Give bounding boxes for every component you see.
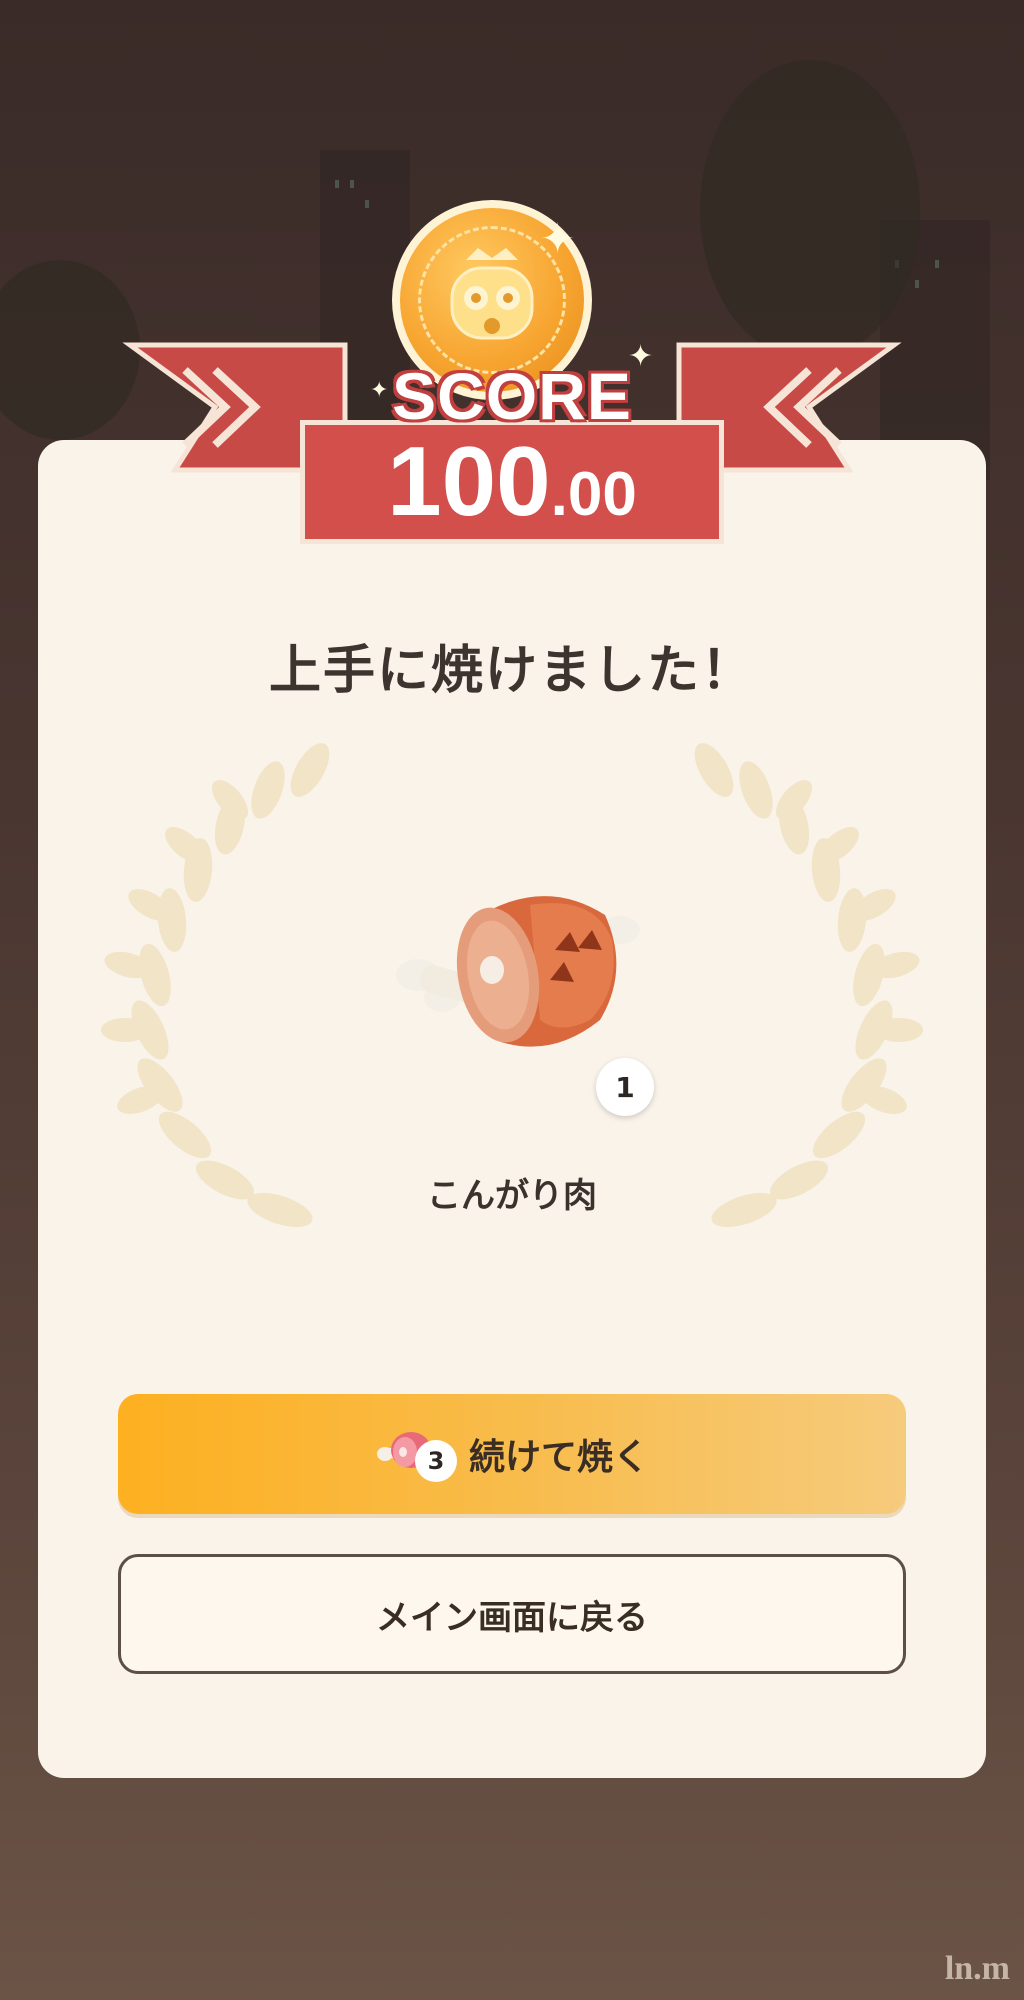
score-banner: ✦ ✦ ✦ SCORE 100.00	[0, 0, 1024, 560]
item-count-badge: 1	[596, 1058, 654, 1116]
item-name: こんがり肉	[427, 1176, 597, 1216]
back-to-main-button[interactable]: メイン画面に戻る	[118, 1554, 906, 1674]
result-headline: 上手に焼けました！	[268, 641, 755, 701]
score-label: SCORE	[392, 359, 632, 433]
score-decimal: .00	[550, 460, 637, 529]
watermark: ln.m	[944, 1950, 1010, 1987]
well-done-steak-icon	[396, 896, 640, 1047]
score-integer: 100	[387, 426, 551, 536]
sparkle-icon: ✦	[540, 214, 576, 263]
continue-grilling-button[interactable]: 3 続けて焼く	[118, 1394, 906, 1514]
continue-count-badge: 3	[414, 1440, 457, 1482]
raw-meat-icon: 3	[375, 1424, 459, 1484]
score-value: 100.00	[300, 425, 724, 538]
continue-grilling-label: 続けて焼く	[468, 1437, 649, 1478]
